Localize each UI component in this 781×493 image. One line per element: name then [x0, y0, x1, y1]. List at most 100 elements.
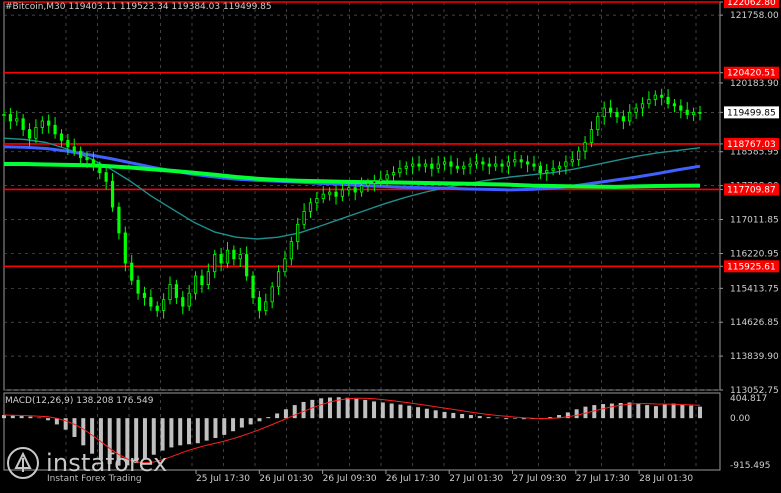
- candle: [462, 161, 466, 175]
- candle: [8, 108, 12, 130]
- candle: [442, 157, 447, 171]
- candle: [206, 263, 210, 290]
- candle: [27, 123, 32, 147]
- candle: [315, 192, 319, 211]
- candle-body: [85, 157, 89, 161]
- candle-body: [79, 150, 83, 158]
- candle-body: [270, 286, 274, 303]
- candle-body: [257, 297, 262, 311]
- chart-canvas[interactable]: 122062.80 121758.00 120420.51120183.90 1194…: [0, 0, 781, 489]
- candle: [455, 158, 459, 174]
- price-tick-label: 121758.00: [730, 11, 779, 21]
- price-level-badge: 115925.61: [724, 260, 779, 273]
- watermark-brand: instaforex: [46, 449, 168, 477]
- chart-header: #Bitcoin,M30 119403.11 119523.34 119384.…: [5, 2, 272, 12]
- candle-body: [251, 275, 255, 298]
- macd-histogram-bar: [407, 405, 412, 419]
- price-tick-label: 117011.85: [730, 216, 779, 226]
- candle: [570, 151, 574, 167]
- candle: [308, 198, 313, 218]
- time-axis-label: 27 Jul 01:30: [449, 474, 503, 484]
- macd-histogram-bar: [178, 418, 183, 446]
- candle-body: [609, 107, 613, 113]
- macd-histogram-bar: [601, 404, 606, 419]
- candle: [660, 88, 664, 106]
- macd-histogram-bar: [327, 397, 332, 419]
- time-axis-label: 26 Jul 09:30: [323, 474, 377, 484]
- candle-body: [583, 142, 587, 152]
- candle-body: [53, 124, 57, 135]
- macd-tick-label: -915.495: [730, 461, 770, 471]
- candle-body: [149, 297, 153, 307]
- macd-histogram-bar: [689, 405, 694, 419]
- candle-body: [142, 292, 147, 298]
- candle-body: [187, 292, 191, 307]
- candle-body: [289, 241, 293, 260]
- candle-body: [276, 271, 281, 288]
- candle: [321, 185, 325, 204]
- candle: [149, 289, 153, 311]
- candle-body: [136, 279, 140, 294]
- candle: [110, 173, 115, 212]
- candle: [481, 157, 485, 171]
- macd-histogram-bar: [627, 402, 632, 419]
- candle: [155, 301, 159, 317]
- candle: [621, 110, 625, 130]
- macd-histogram-bar: [653, 406, 658, 419]
- ohlc-values: 119403.11 119523.34 119384.03 119499.85: [68, 2, 272, 12]
- candle: [117, 202, 121, 240]
- macd-tick-label: 0.00: [730, 414, 750, 424]
- macd-histogram-bar: [662, 404, 667, 419]
- candle-body: [602, 107, 606, 118]
- candle-body: [200, 275, 204, 286]
- candle: [187, 285, 191, 311]
- macd-histogram-bar: [442, 411, 447, 419]
- candle: [200, 269, 204, 293]
- macd-indicator-label: MACD(12,26,9) 138.208 176.549: [5, 396, 154, 406]
- price-level-badge-label: 118767.03: [727, 140, 776, 150]
- candle: [225, 241, 230, 268]
- candle: [162, 293, 166, 319]
- candle-body: [162, 299, 166, 311]
- candle: [168, 276, 172, 305]
- price-level-badge: 120420.51: [724, 66, 779, 79]
- candle-body: [481, 161, 485, 165]
- macd-histogram-bar: [187, 418, 192, 445]
- macd-histogram-bar: [204, 418, 209, 441]
- candle-body: [653, 94, 657, 100]
- candle-body: [430, 163, 434, 169]
- candle: [296, 217, 300, 250]
- candle: [532, 155, 536, 171]
- candle: [2, 109, 6, 121]
- candle: [474, 153, 479, 169]
- candle: [679, 99, 683, 119]
- candle-body: [500, 163, 504, 167]
- instaforex-logo-icon: [7, 447, 39, 479]
- candle-body: [404, 165, 408, 169]
- macd-histogram-bar: [72, 418, 77, 437]
- candle: [615, 107, 619, 124]
- candle-body: [385, 174, 389, 180]
- candle: [519, 154, 523, 169]
- macd-histogram-bar: [195, 418, 200, 444]
- time-axis-label: 27 Jul 09:30: [513, 474, 567, 484]
- candle-body: [545, 170, 549, 174]
- macd-histogram-bar: [504, 418, 509, 420]
- candle: [628, 104, 632, 126]
- current-price-badge: 119499.85: [724, 106, 779, 119]
- candle-body: [468, 163, 472, 167]
- candle: [104, 166, 108, 190]
- macd-histogram-bar: [354, 398, 359, 419]
- candle-body: [340, 189, 345, 197]
- time-axis-label: 25 Jul 17:30: [196, 474, 250, 484]
- trading-chart[interactable]: 122062.80 121758.00 120420.51120183.90 1194…: [0, 0, 781, 489]
- macd-histogram-bar: [345, 397, 350, 419]
- macd-histogram-bar: [63, 418, 68, 430]
- candle-body: [283, 258, 287, 273]
- macd-histogram-bar: [609, 403, 614, 419]
- macd-histogram-bar: [433, 410, 438, 419]
- candle-body: [692, 111, 696, 115]
- candle-body: [27, 129, 32, 139]
- candle-body: [8, 114, 12, 122]
- macd-histogram-bar: [389, 403, 394, 419]
